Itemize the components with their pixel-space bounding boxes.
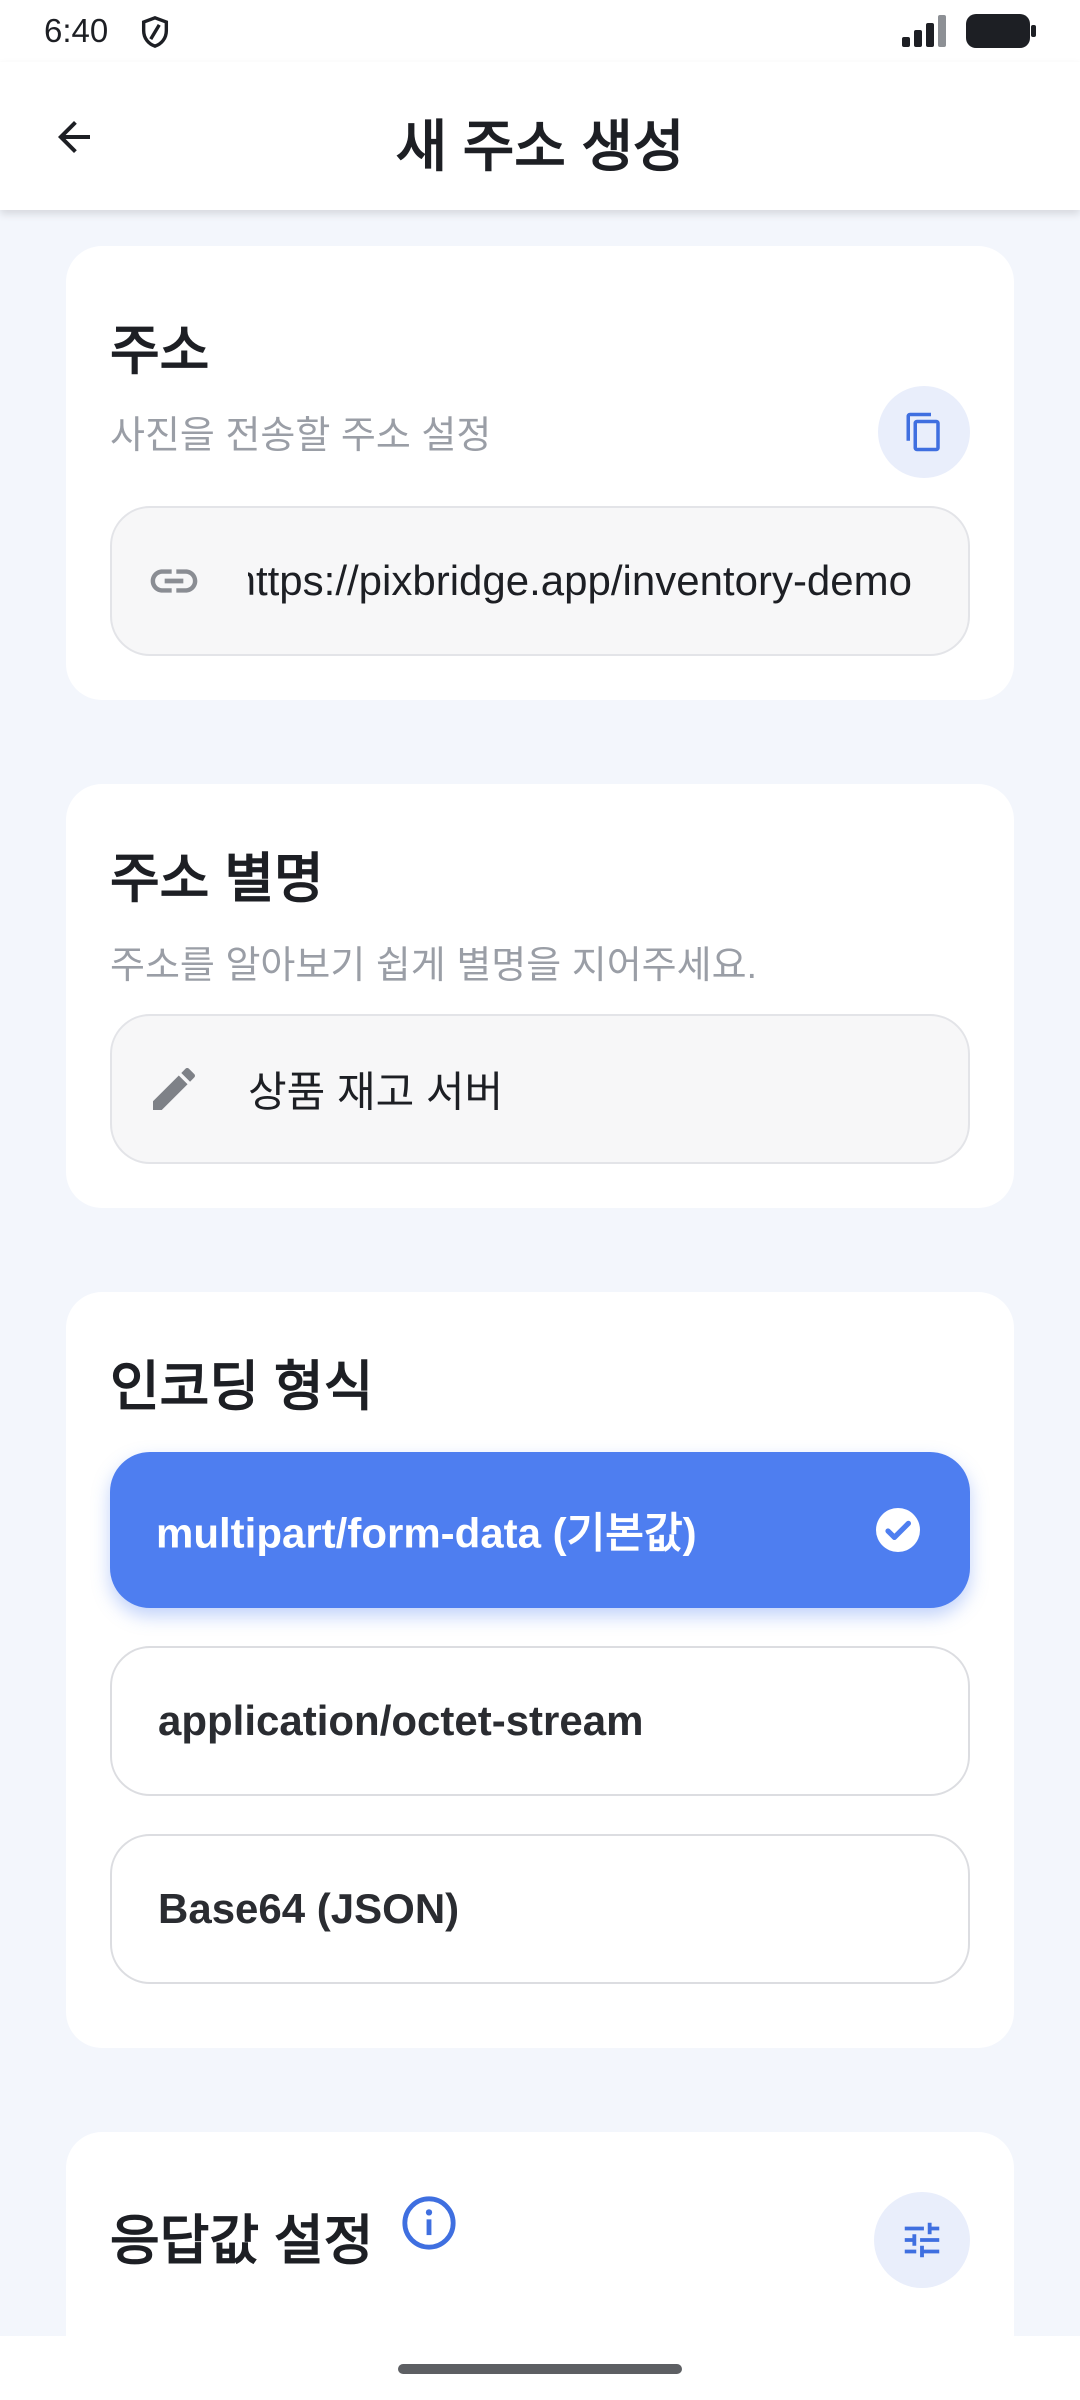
copy-button[interactable]: [878, 386, 970, 478]
signal-icon: [902, 15, 948, 52]
sliders-icon: [899, 2217, 945, 2263]
alias-field[interactable]: 상품 재고 서버: [110, 1014, 970, 1164]
encoding-option-label: application/octet-stream: [158, 1697, 644, 1744]
encoding-card: 인코딩 형식 multipart/form-data (기본값) applica…: [66, 1292, 1014, 2048]
alias-value[interactable]: 상품 재고 서버: [248, 1059, 912, 1120]
status-bar: 6:40: [0, 0, 1080, 62]
shield-icon: [138, 14, 172, 55]
battery-icon: [966, 14, 1036, 53]
response-card-title: 응답값 설정: [110, 2211, 374, 2271]
response-card: 응답값 설정: [66, 2132, 1014, 2336]
address-card-subtitle: 사진을 전송할 주소 설정: [110, 415, 492, 457]
address-card: 주소 사진을 전송할 주소 설정 https://pixbridge.app/i…: [66, 246, 1014, 700]
copy-icon: [903, 411, 945, 453]
alias-card-subtitle: 주소를 알아보기 쉽게 별명을 지어주세요.: [110, 945, 758, 987]
encoding-option-base64[interactable]: Base64 (JSON): [110, 1834, 970, 1984]
home-indicator[interactable]: [398, 2364, 682, 2374]
alias-card-title: 주소 별명: [110, 849, 324, 909]
status-time: 6:40: [44, 12, 109, 49]
link-icon: [146, 553, 202, 609]
app-bar: 새 주소 생성: [0, 62, 1080, 210]
encoding-option-octet-stream[interactable]: application/octet-stream: [110, 1646, 970, 1796]
address-card-title: 주소: [110, 321, 210, 381]
info-icon[interactable]: [400, 2194, 458, 2252]
url-value[interactable]: https://pixbridge.app/inventory-demo: [248, 557, 912, 605]
encoding-option-label: Base64 (JSON): [158, 1885, 460, 1932]
url-field[interactable]: https://pixbridge.app/inventory-demo: [110, 506, 970, 656]
page-title: 새 주소 생성: [395, 115, 685, 178]
alias-card: 주소 별명 주소를 알아보기 쉽게 별명을 지어주세요. 상품 재고 서버: [66, 784, 1014, 1208]
encoding-option-label: multipart/form-data (기본값): [156, 1509, 697, 1557]
encoding-card-title: 인코딩 형식: [110, 1357, 374, 1417]
encoding-option-multipart[interactable]: multipart/form-data (기본값): [110, 1452, 970, 1608]
tune-button[interactable]: [874, 2192, 970, 2288]
pencil-icon: [146, 1061, 202, 1117]
check-circle-icon: [874, 1506, 922, 1554]
